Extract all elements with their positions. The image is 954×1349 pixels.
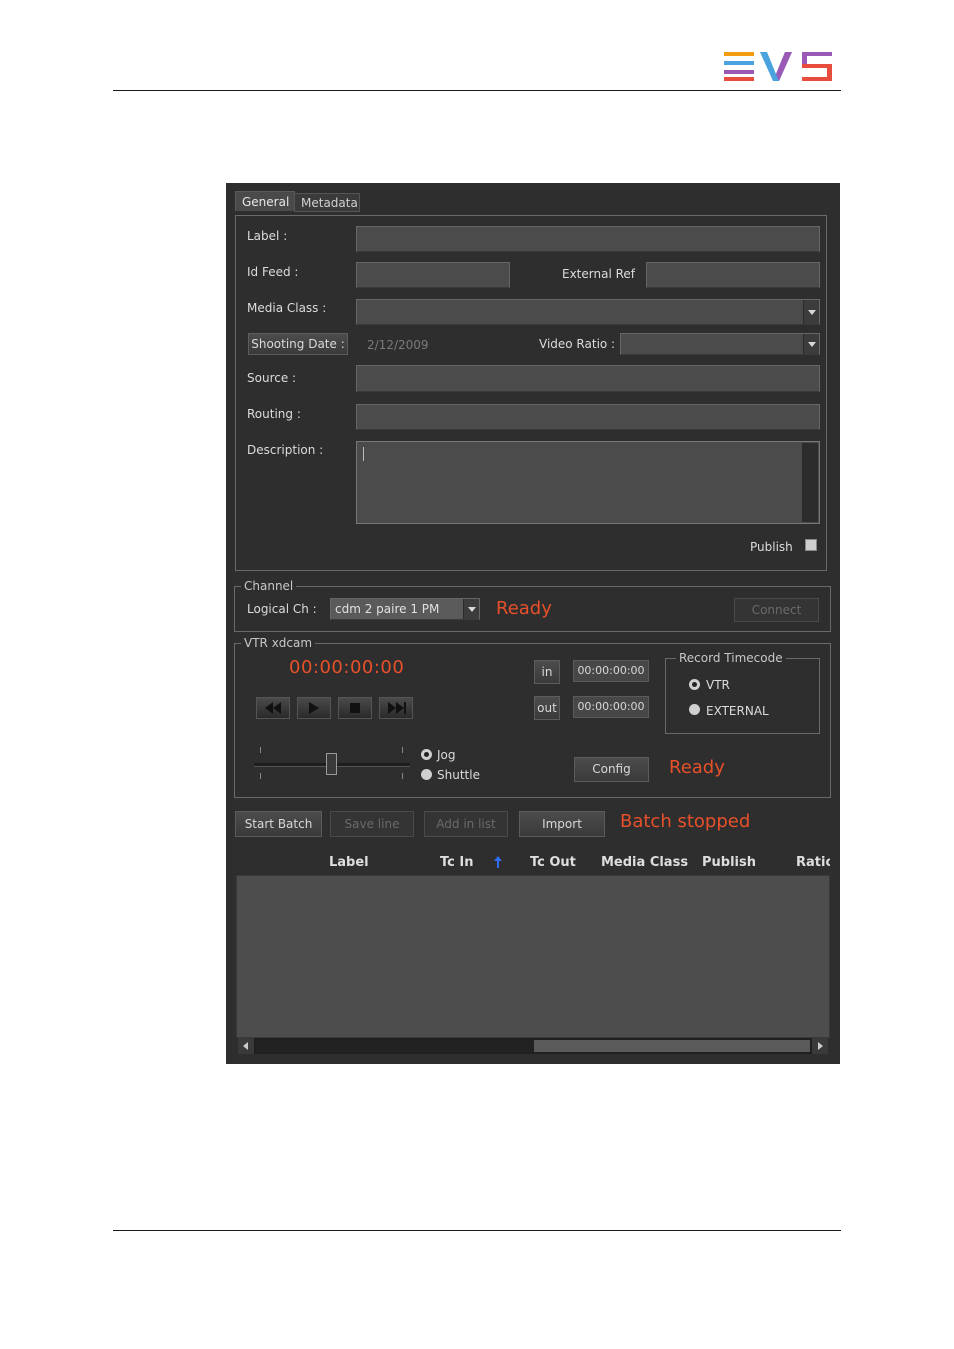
in-timecode-field[interactable]: 00:00:00:00	[573, 660, 649, 682]
chevron-right-icon	[818, 1042, 823, 1050]
video-ratio-label: Video Ratio :	[539, 337, 616, 351]
channel-status: Ready	[496, 598, 552, 619]
rewind-icon	[265, 702, 281, 714]
config-button[interactable]: Config	[574, 757, 649, 782]
stop-button[interactable]	[338, 697, 372, 719]
logical-ch-value: cdm 2 paire 1 PM	[335, 602, 440, 616]
chevron-left-icon	[243, 1042, 248, 1050]
source-label: Source :	[247, 371, 297, 385]
rewind-button[interactable]	[256, 697, 290, 719]
media-class-label: Media Class :	[247, 301, 327, 315]
column-header-ratio[interactable]: Ratio	[796, 855, 830, 870]
record-timecode-group	[665, 658, 820, 734]
out-button[interactable]: out	[534, 696, 560, 720]
jog-shuttle-slider[interactable]	[254, 745, 410, 779]
vtr-legend: VTR xdcam	[241, 636, 316, 650]
video-ratio-dropdown[interactable]	[620, 333, 820, 355]
slider-tick-left-top	[260, 747, 261, 753]
in-button[interactable]: in	[534, 660, 560, 684]
shooting-date-button[interactable]: Shooting Date :	[248, 333, 348, 355]
slider-tick-right-top	[402, 747, 403, 753]
play-button[interactable]	[297, 697, 331, 719]
channel-legend: Channel	[241, 579, 297, 593]
import-button[interactable]: Import	[519, 811, 605, 837]
save-line-button[interactable]: Save line	[330, 811, 414, 837]
chevron-down-icon[interactable]	[803, 300, 819, 324]
routing-field[interactable]	[356, 404, 820, 430]
publish-label: Publish	[750, 540, 793, 554]
label-field[interactable]	[356, 226, 820, 252]
slider-tick-left-bottom	[260, 773, 261, 779]
logical-ch-dropdown[interactable]: cdm 2 paire 1 PM	[330, 598, 480, 620]
add-in-list-button[interactable]: Add in list	[424, 811, 508, 837]
idfeed-label: Id Feed :	[247, 265, 299, 279]
logical-ch-label: Logical Ch :	[247, 602, 317, 616]
scroll-thumb[interactable]	[534, 1040, 810, 1052]
tab-general[interactable]: General	[235, 191, 295, 211]
fast-forward-button[interactable]	[379, 697, 413, 719]
evs-logo	[724, 52, 832, 81]
stop-icon	[350, 703, 360, 713]
slider-handle[interactable]	[326, 753, 337, 775]
column-header-tc-in[interactable]: Tc In	[440, 855, 473, 870]
chevron-down-icon[interactable]	[803, 334, 819, 354]
description-label: Description :	[247, 443, 324, 457]
connect-button[interactable]: Connect	[734, 598, 819, 622]
slider-tick-right-bottom	[402, 773, 403, 779]
start-batch-button[interactable]: Start Batch	[235, 811, 322, 837]
media-class-dropdown[interactable]	[356, 299, 820, 325]
routing-label: Routing :	[247, 407, 301, 421]
label-label: Label :	[247, 229, 288, 243]
header-rule	[113, 90, 841, 91]
source-field[interactable]	[356, 365, 820, 392]
description-textarea[interactable]	[356, 441, 820, 524]
external-radio-label: EXTERNAL	[706, 704, 769, 718]
vtr-status: Ready	[669, 757, 725, 778]
horizontal-scrollbar[interactable]	[238, 1038, 828, 1054]
idfeed-field[interactable]	[356, 262, 510, 288]
sort-arrow-icon	[494, 856, 502, 868]
shuttle-label: Shuttle	[437, 768, 480, 782]
chevron-down-icon[interactable]	[463, 599, 479, 619]
vtr-radio[interactable]	[689, 679, 700, 690]
column-header-publish[interactable]: Publish	[702, 855, 756, 870]
vtr-timecode: 00:00:00:00	[289, 657, 405, 678]
play-icon	[309, 702, 319, 714]
external-ref-field[interactable]	[646, 262, 820, 288]
text-cursor	[363, 447, 364, 461]
out-timecode-field[interactable]: 00:00:00:00	[573, 696, 649, 718]
column-header-label[interactable]: Label	[329, 855, 369, 870]
batch-status: Batch stopped	[620, 811, 751, 832]
fast-forward-icon	[388, 702, 406, 714]
column-header-media-class[interactable]: Media Class	[601, 855, 688, 870]
jog-label: Jog	[437, 748, 456, 762]
jog-radio[interactable]	[421, 749, 432, 760]
scroll-track[interactable]	[256, 1040, 534, 1052]
record-timecode-legend: Record Timecode	[676, 651, 786, 665]
column-header-tc-out[interactable]: Tc Out	[530, 855, 576, 870]
shooting-date-value: 2/12/2009	[367, 338, 429, 352]
external-radio[interactable]	[689, 704, 700, 715]
shuttle-radio[interactable]	[421, 769, 432, 780]
publish-checkbox[interactable]	[805, 539, 817, 551]
external-ref-label: External Ref	[562, 267, 636, 281]
description-scrollbar[interactable]	[802, 443, 818, 522]
tab-metadata[interactable]: Metadata	[294, 193, 360, 212]
batch-list-table[interactable]	[236, 875, 830, 1038]
scroll-right-button[interactable]	[812, 1038, 828, 1054]
scroll-left-button[interactable]	[238, 1038, 254, 1054]
vtr-radio-label: VTR	[706, 678, 730, 692]
footer-rule	[113, 1230, 841, 1231]
ingest-panel: General Metadata Label : Id Feed : Exter…	[226, 183, 840, 1064]
